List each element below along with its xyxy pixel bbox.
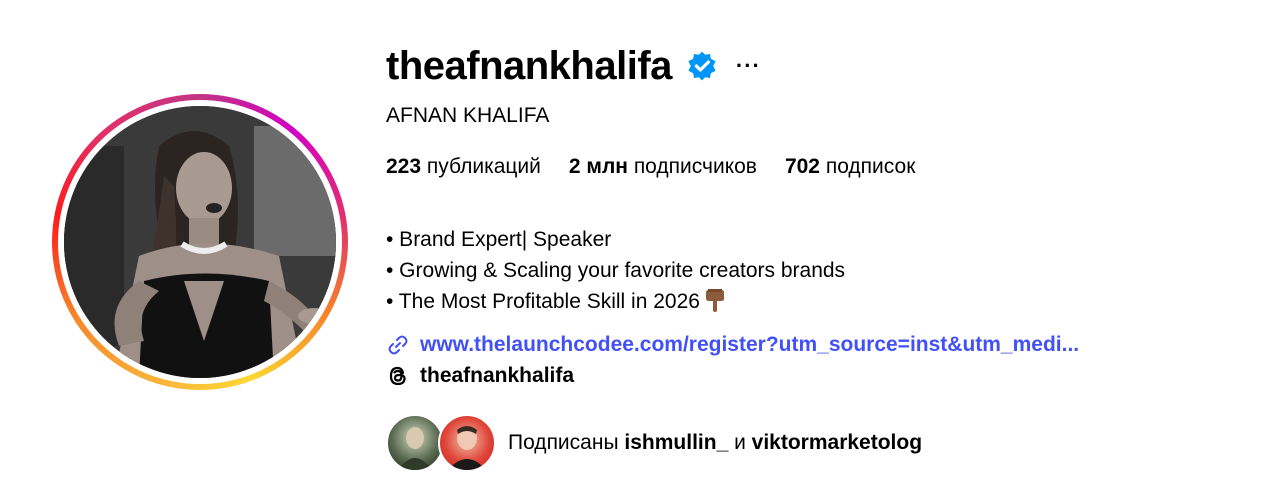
bio-line-text: • The Most Profitable Skill in 2026 bbox=[386, 290, 700, 313]
threads-link[interactable]: theafnankhalifa bbox=[386, 364, 574, 388]
verified-badge-icon bbox=[686, 50, 718, 82]
followed-conjunction: и bbox=[734, 431, 746, 454]
followers-label: подписчиков bbox=[633, 155, 757, 178]
threads-icon bbox=[389, 366, 406, 386]
more-options-button[interactable]: ··· bbox=[736, 53, 761, 79]
username: theafnankhalifa bbox=[386, 43, 672, 88]
threads-handle: theafnankhalifa bbox=[420, 364, 575, 387]
mutual-avatars bbox=[386, 414, 496, 472]
followed-by[interactable]: Подписаны ishmullin_ и viktormarketolog bbox=[386, 414, 922, 472]
username-row: theafnankhalifa ··· bbox=[386, 42, 761, 90]
avatar-photo-art bbox=[64, 106, 336, 378]
link-icon bbox=[388, 335, 408, 355]
mutual-avatar-1 bbox=[386, 414, 444, 472]
bio-line: • Brand Expert| Speaker bbox=[386, 228, 612, 251]
following-stat[interactable]: 702 подписок bbox=[785, 155, 915, 179]
following-count: 702 bbox=[784, 155, 820, 178]
pointing-down-hand-icon bbox=[704, 287, 726, 313]
mutual-user-2[interactable]: viktormarketolog bbox=[752, 431, 922, 454]
mutual-avatar-2 bbox=[438, 414, 496, 472]
profile-stats: 223 публикаций 2 млн подписчиков 702 под… bbox=[386, 155, 943, 179]
avatar-ring-gap bbox=[58, 100, 342, 384]
bio-line: • Growing & Scaling your favorite creato… bbox=[386, 259, 846, 282]
link-text: www.thelaunchcodee.com/register?utm_sour… bbox=[420, 333, 1080, 356]
followers-count: 2 млн bbox=[568, 155, 628, 178]
following-label: подписок bbox=[825, 155, 916, 178]
bio: • Brand Expert| Speaker • Growing & Scal… bbox=[386, 224, 845, 317]
mutual-user-1[interactable]: ishmullin_ bbox=[624, 431, 728, 454]
external-link[interactable]: www.thelaunchcodee.com/register?utm_sour… bbox=[386, 333, 1079, 357]
followed-prefix: Подписаны bbox=[508, 431, 619, 454]
full-name: AFNAN KHALIFA bbox=[386, 104, 550, 127]
avatar bbox=[64, 106, 336, 378]
profile-avatar-story-ring[interactable] bbox=[52, 94, 348, 390]
posts-count: 223 bbox=[386, 155, 422, 178]
posts-stat: 223 публикаций bbox=[386, 155, 541, 179]
posts-label: публикаций bbox=[426, 155, 541, 178]
bio-line-3: • The Most Profitable Skill in 2026 bbox=[386, 286, 845, 317]
followers-stat[interactable]: 2 млн подписчиков bbox=[569, 155, 757, 179]
followed-by-text: Подписаны ishmullin_ и viktormarketolog bbox=[508, 431, 922, 455]
